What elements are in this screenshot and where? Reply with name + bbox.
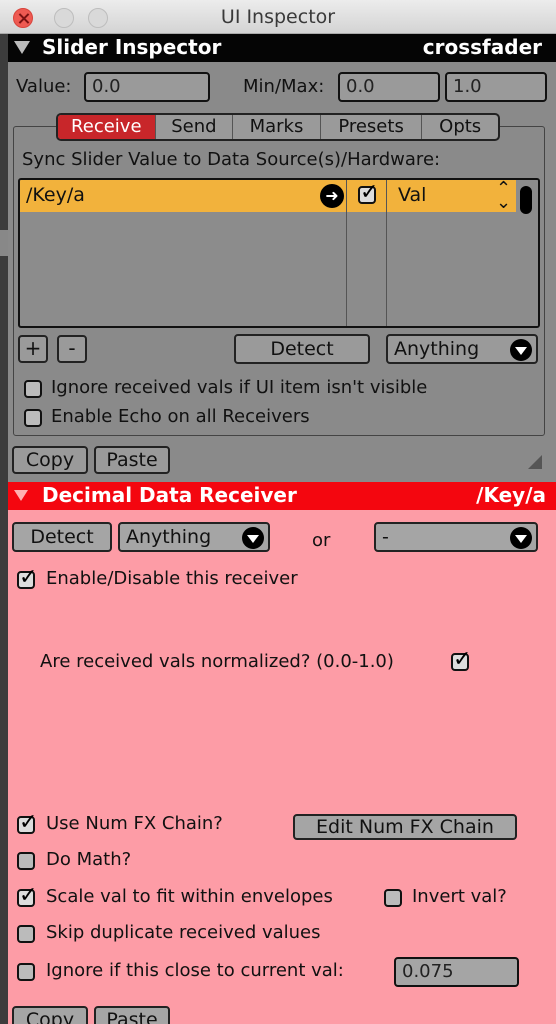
remove-receiver-button[interactable]: - xyxy=(57,335,87,363)
detect-button[interactable]: Detect xyxy=(234,334,370,364)
list-scrollbar-thumb[interactable] xyxy=(520,186,532,214)
or-label: or xyxy=(312,530,331,551)
inspector-tabs: Receive Send Marks Presets Opts xyxy=(56,113,500,141)
tab-send[interactable]: Send xyxy=(156,115,234,139)
receiver-type-dropdown[interactable]: Anything xyxy=(386,334,538,364)
paste-button[interactable]: Paste xyxy=(94,446,170,474)
use-fx-chain-checkbox[interactable] xyxy=(17,810,37,835)
list-item[interactable]: /Key/a ➜ Val ⌃⌄ xyxy=(20,180,516,212)
column-divider xyxy=(386,180,387,326)
skip-duplicates-checkbox[interactable] xyxy=(17,925,35,943)
collapse-triangle-icon[interactable] xyxy=(14,41,30,54)
dropdown-value: - xyxy=(382,526,389,548)
edit-fx-chain-button[interactable]: Edit Num FX Chain xyxy=(293,814,517,840)
enable-receiver-label: Enable/Disable this receiver xyxy=(46,568,298,589)
scale-val-label: Scale val to fit within envelopes xyxy=(46,886,333,907)
value-field[interactable]: 0.0 xyxy=(84,72,210,102)
receiver-list: /Key/a ➜ Val ⌃⌄ xyxy=(18,178,540,328)
ignore-close-threshold-field[interactable]: 0.075 xyxy=(394,957,519,987)
dropdown-value: Anything xyxy=(394,338,480,360)
collapse-triangle-icon[interactable] xyxy=(14,490,28,501)
value-label: Value: xyxy=(16,76,72,97)
tab-opts[interactable]: Opts xyxy=(422,115,498,139)
receiver-enabled-checkbox[interactable] xyxy=(358,180,378,205)
chevron-down-icon xyxy=(510,339,532,361)
skip-duplicates-label: Skip duplicate received values xyxy=(46,922,321,943)
source-dropdown[interactable]: - xyxy=(374,522,538,552)
invert-val-label: Invert val? xyxy=(412,886,507,907)
invert-val-checkbox[interactable] xyxy=(384,889,402,907)
enable-echo-checkbox[interactable] xyxy=(24,409,42,427)
minmax-label: Min/Max: xyxy=(243,76,325,97)
window-title: UI Inspector xyxy=(220,6,336,28)
ignore-invisible-label: Ignore received vals if UI item isn't vi… xyxy=(51,377,428,398)
background-window-fragment xyxy=(0,230,8,256)
add-receiver-button[interactable]: + xyxy=(18,335,48,363)
ignore-close-label: Ignore if this close to current val: xyxy=(46,960,344,981)
receiver-mode[interactable]: Val xyxy=(398,184,426,206)
background-window-edge xyxy=(0,34,8,1024)
receiver-paste-button[interactable]: Paste xyxy=(94,1006,170,1024)
resize-grip-icon[interactable] xyxy=(528,455,542,469)
enable-receiver-checkbox[interactable] xyxy=(17,565,37,590)
decimal-receiver-title: Decimal Data Receiver xyxy=(42,483,297,507)
tab-marks[interactable]: Marks xyxy=(233,115,321,139)
use-fx-chain-label: Use Num FX Chain? xyxy=(46,813,223,834)
column-divider xyxy=(346,180,347,326)
enable-echo-label: Enable Echo on all Receivers xyxy=(51,406,310,427)
updown-chevron-icon[interactable]: ⌃ ⌄ xyxy=(496,180,511,212)
slider-inspector-title: Slider Inspector xyxy=(42,35,222,59)
ignore-close-checkbox[interactable] xyxy=(17,963,35,981)
slider-inspector-header[interactable]: Slider Inspector crossfader xyxy=(8,34,556,62)
sync-label: Sync Slider Value to Data Source(s)/Hard… xyxy=(22,149,441,170)
scale-val-checkbox[interactable] xyxy=(17,883,37,908)
receiver-detect-button[interactable]: Detect xyxy=(12,522,112,552)
dropdown-value: Anything xyxy=(126,526,212,548)
do-math-checkbox[interactable] xyxy=(17,852,35,870)
copy-button[interactable]: Copy xyxy=(12,446,88,474)
normalized-checkbox[interactable] xyxy=(451,647,471,672)
do-math-label: Do Math? xyxy=(46,849,132,870)
tab-receive[interactable]: Receive xyxy=(58,115,156,139)
inspected-item-name: crossfader xyxy=(422,35,542,59)
receiver-copy-button[interactable]: Copy xyxy=(12,1006,88,1024)
decimal-receiver-address: /Key/a xyxy=(476,483,546,507)
max-field[interactable]: 1.0 xyxy=(445,72,547,102)
chevron-down-icon xyxy=(510,527,532,549)
go-arrow-icon[interactable]: ➜ xyxy=(320,184,344,208)
ignore-invisible-checkbox[interactable] xyxy=(24,380,42,398)
decimal-receiver-header[interactable]: Decimal Data Receiver /Key/a xyxy=(8,482,556,510)
tab-presets[interactable]: Presets xyxy=(321,115,423,139)
min-field[interactable]: 0.0 xyxy=(338,72,440,102)
receiver-type-dropdown[interactable]: Anything xyxy=(118,522,270,552)
chevron-down-icon xyxy=(242,527,264,549)
normalized-label: Are received vals normalized? (0.0-1.0) xyxy=(40,651,394,672)
receiver-address: /Key/a xyxy=(26,184,85,206)
